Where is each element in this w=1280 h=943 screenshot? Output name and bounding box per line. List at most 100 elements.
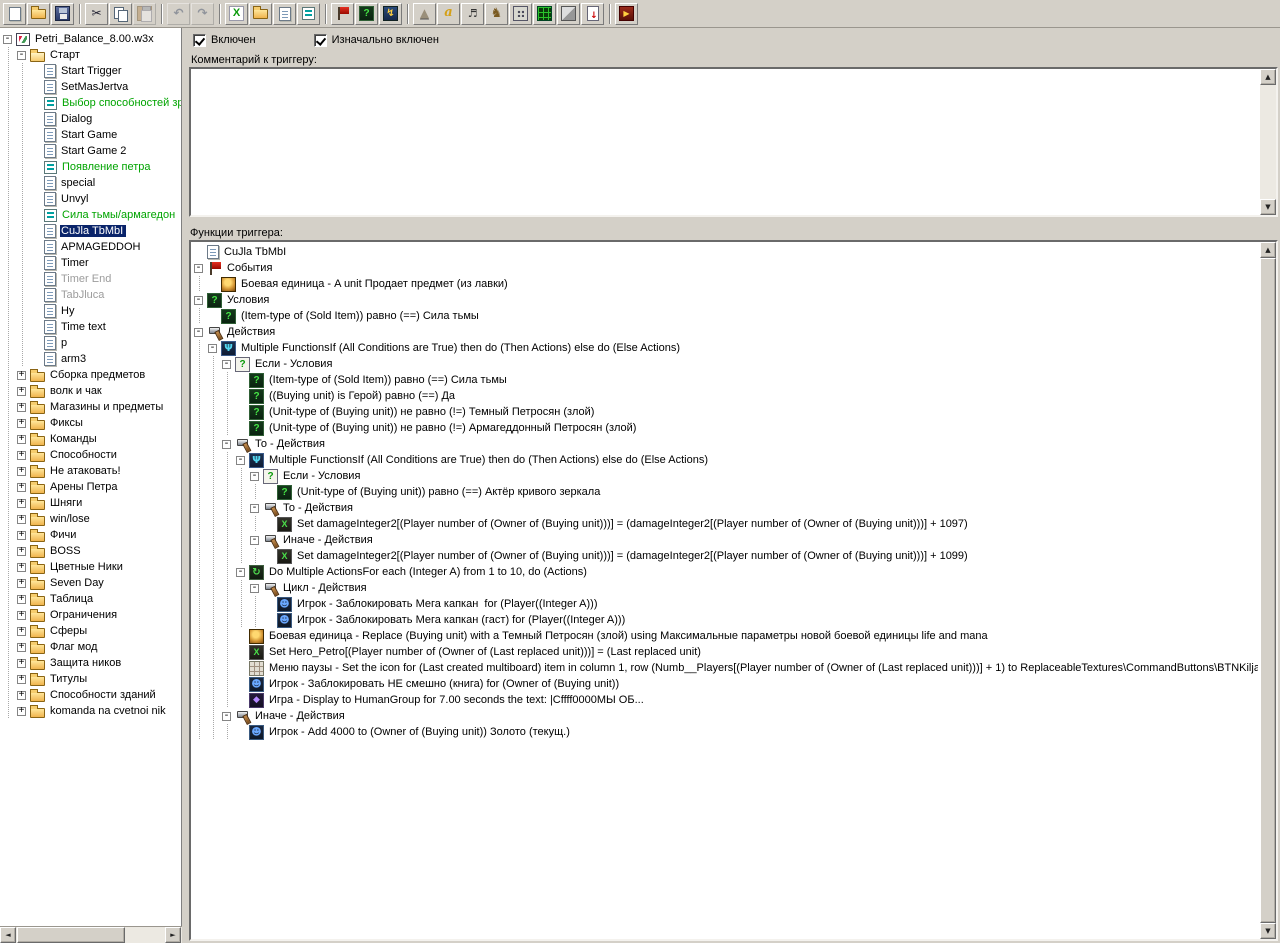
tree-item[interactable]: + Seven Day [2, 575, 181, 591]
function-node[interactable]: - Действия [193, 324, 1258, 340]
initially-on-checkbox-box[interactable] [313, 33, 327, 47]
collapse-icon[interactable]: - [236, 567, 245, 577]
scroll-left-button[interactable] [0, 927, 16, 943]
tree-item[interactable]: + Флаг мод [2, 639, 181, 655]
horizontal-scrollbar-thumb[interactable] [17, 927, 125, 943]
scroll-right-button[interactable] [165, 927, 181, 943]
expand-icon[interactable]: + [17, 706, 26, 716]
tree-item[interactable]: + Не атаковать! [2, 463, 181, 479]
object-manager-button[interactable] [557, 2, 580, 25]
function-node[interactable]: (Unit-type of (Buying unit)) не равно (!… [193, 420, 1258, 436]
open-button[interactable] [27, 2, 50, 25]
import-manager-button[interactable] [581, 2, 604, 25]
expand-icon[interactable]: + [17, 418, 26, 428]
trigger-comment-input[interactable] [192, 70, 1259, 214]
function-node[interactable]: Игра - Display to HumanGroup for 7.00 se… [193, 692, 1258, 708]
expand-icon[interactable]: + [17, 450, 26, 460]
collapse-icon[interactable]: - [250, 503, 259, 513]
sidebar-horizontal-scrollbar[interactable] [0, 926, 182, 943]
expand-icon[interactable]: + [17, 370, 26, 380]
expand-icon[interactable]: + [17, 642, 26, 652]
tree-item[interactable]: + Магазины и предметы [2, 399, 181, 415]
function-node[interactable]: Боевая единица - Replace (Buying unit) w… [193, 628, 1258, 644]
collapse-icon[interactable]: - [194, 295, 203, 305]
function-node[interactable]: (Item-type of (Sold Item)) равно (==) Си… [193, 372, 1258, 388]
expand-icon[interactable]: + [17, 594, 26, 604]
collapse-icon[interactable]: - [17, 50, 26, 60]
tree-item[interactable]: arm3 [2, 351, 181, 367]
campaign-editor-button[interactable] [509, 2, 532, 25]
tree-item[interactable]: + Цветные Ники [2, 559, 181, 575]
function-node[interactable]: Игрок - Заблокировать Мега капкан for (P… [193, 596, 1258, 612]
tree-item[interactable]: + волк и чак [2, 383, 181, 399]
tree-item[interactable]: Timer [2, 255, 181, 271]
collapse-icon[interactable]: - [208, 343, 217, 353]
tree-item[interactable]: + Ограничения [2, 607, 181, 623]
expand-icon[interactable]: + [17, 514, 26, 524]
save-button[interactable] [51, 2, 74, 25]
function-node[interactable]: - Цикл - Действия [193, 580, 1258, 596]
collapse-icon[interactable]: - [194, 327, 203, 337]
tree-item[interactable]: + Защита ников [2, 655, 181, 671]
function-node[interactable]: - Иначе - Действия [193, 708, 1258, 724]
function-node[interactable]: Игрок - Заблокировать НЕ смешно (книга) … [193, 676, 1258, 692]
function-node[interactable]: CuJla TbMbI [193, 244, 1258, 260]
function-node[interactable]: Игрок - Заблокировать Мега капкан (гаст)… [193, 612, 1258, 628]
comment-scrollbar[interactable] [1260, 69, 1276, 215]
tree-item[interactable]: Timer End [2, 271, 181, 287]
tree-item[interactable]: Start Game [2, 127, 181, 143]
tree-item[interactable]: Появление петра [2, 159, 181, 175]
function-node[interactable]: Set Hero_Petro[(Player number of (Owner … [193, 644, 1258, 660]
tree-item[interactable]: - Petri_Balance_8.00.w3x [2, 31, 181, 47]
vertical-scrollbar-thumb[interactable] [1260, 258, 1276, 923]
tree-item[interactable]: special [2, 175, 181, 191]
function-node[interactable]: Set damageInteger2[(Player number of (Ow… [193, 516, 1258, 532]
object-editor-button[interactable] [485, 2, 508, 25]
expand-icon[interactable]: + [17, 546, 26, 556]
cut-button[interactable] [85, 2, 108, 25]
tree-item[interactable]: + Арены Петра [2, 479, 181, 495]
expand-icon[interactable]: + [17, 434, 26, 444]
tree-item[interactable]: + Фичи [2, 527, 181, 543]
tree-item[interactable]: + Способности зданий [2, 687, 181, 703]
new-comment-button[interactable] [297, 2, 320, 25]
expand-icon[interactable]: + [17, 562, 26, 572]
tree-item[interactable]: + win/lose [2, 511, 181, 527]
function-node[interactable]: ((Buying unit) is Герой) равно (==) Да [193, 388, 1258, 404]
tree-item[interactable]: + Способности [2, 447, 181, 463]
tree-item[interactable]: Dialog [2, 111, 181, 127]
function-node[interactable]: Set damageInteger2[(Player number of (Ow… [193, 548, 1258, 564]
expand-icon[interactable]: + [17, 530, 26, 540]
new-trigger-button[interactable] [273, 2, 296, 25]
tree-item[interactable]: APMAGEDDOH [2, 239, 181, 255]
function-node[interactable]: (Unit-type of (Buying unit)) не равно (!… [193, 404, 1258, 420]
function-node[interactable]: Боевая единица - A unit Продает предмет … [193, 276, 1258, 292]
tree-item[interactable]: + Сборка предметов [2, 367, 181, 383]
function-node[interactable]: - Если - Условия [193, 468, 1258, 484]
tree-item[interactable]: + Титулы [2, 671, 181, 687]
collapse-icon[interactable]: - [222, 711, 231, 721]
function-node[interactable]: Меню паузы - Set the icon for (Last crea… [193, 660, 1258, 676]
initially-on-checkbox[interactable]: Изначально включен [313, 33, 439, 47]
tree-item[interactable]: + Шняги [2, 495, 181, 511]
tree-item[interactable]: + Таблица [2, 591, 181, 607]
collapse-icon[interactable]: - [250, 535, 259, 545]
scroll-down-button[interactable] [1260, 199, 1276, 215]
scroll-up-button[interactable] [1260, 242, 1276, 258]
scroll-up-button[interactable] [1260, 69, 1276, 85]
expand-icon[interactable]: + [17, 690, 26, 700]
tree-item[interactable]: + komanda na cvetnoi nik [2, 703, 181, 719]
expand-icon[interactable]: + [17, 386, 26, 396]
collapse-icon[interactable]: - [250, 583, 259, 593]
function-node[interactable]: - Multiple FunctionsIf (All Conditions ar… [193, 452, 1258, 468]
collapse-icon[interactable]: - [194, 263, 203, 273]
expand-icon[interactable]: + [17, 402, 26, 412]
new-button[interactable] [3, 2, 26, 25]
function-node[interactable]: - Multiple FunctionsIf (All Conditions ar… [193, 340, 1258, 356]
tree-item[interactable]: - Старт [2, 47, 181, 63]
collapse-icon[interactable]: - [222, 439, 231, 449]
export-x-button[interactable] [225, 2, 248, 25]
collapse-icon[interactable]: - [236, 455, 245, 465]
tree-item[interactable]: p [2, 335, 181, 351]
tree-item[interactable]: Time text [2, 319, 181, 335]
